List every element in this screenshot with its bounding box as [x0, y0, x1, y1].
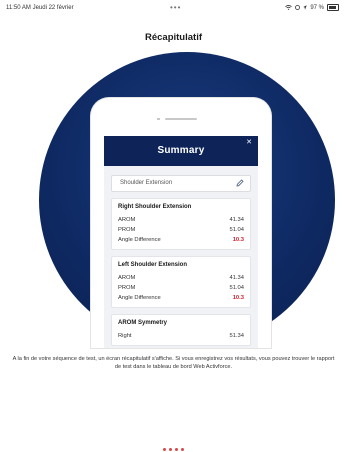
focus-icon: [295, 5, 301, 10]
summary-title: Summary: [157, 145, 205, 156]
result-row: PROM 51.04: [118, 225, 244, 235]
test-name-label: Shoulder Extension: [120, 180, 173, 186]
summary-screen: Summary ✕ Shoulder Extension Right Shoul…: [104, 136, 258, 348]
edit-pencil-icon[interactable]: [236, 179, 244, 187]
row-label: Right: [118, 333, 132, 339]
card-title: AROM Symmetry: [118, 320, 168, 326]
summary-header: Summary ✕: [104, 136, 258, 166]
result-row: Angle Difference 10.3: [118, 235, 244, 245]
battery-icon: [327, 4, 339, 11]
row-label: Angle Difference: [118, 237, 161, 243]
page-dot[interactable]: [169, 448, 172, 451]
status-bar: 11:50 AM Jeudi 22 février ••• 97 %: [0, 0, 347, 16]
page-dot[interactable]: [175, 448, 178, 451]
result-card-right-shoulder: Right Shoulder Extension AROM 41.34 PROM…: [111, 198, 251, 250]
page-indicator[interactable]: [0, 448, 347, 451]
status-indicators: 97 %: [285, 4, 339, 11]
location-icon: [303, 5, 308, 10]
row-value: 51.04: [229, 285, 244, 291]
phone-camera-dot: [157, 118, 160, 120]
row-value-alert: 10.3: [232, 295, 244, 301]
row-value: 41.34: [229, 275, 244, 281]
result-row: AROM 41.34: [118, 215, 244, 225]
result-row: AROM 41.34: [118, 273, 244, 283]
row-value: 51.34: [229, 333, 244, 339]
row-value: 41.34: [229, 217, 244, 223]
result-row: Angle Difference 10.3: [118, 293, 244, 303]
status-time: 11:50 AM Jeudi 22 février: [6, 5, 74, 11]
phone-speaker-bar: [165, 118, 197, 120]
page-title: Récapitulatif: [144, 32, 202, 43]
row-label: AROM: [118, 275, 136, 281]
row-label: AROM: [118, 217, 136, 223]
wifi-icon: [285, 5, 293, 10]
result-row: PROM 51.04: [118, 283, 244, 293]
row-label: PROM: [118, 285, 136, 291]
page-dot[interactable]: [163, 448, 166, 451]
card-title: Right Shoulder Extension: [118, 204, 192, 210]
test-name-field[interactable]: Shoulder Extension: [111, 175, 251, 192]
phone-mockup: Summary ✕ Shoulder Extension Right Shoul…: [91, 98, 271, 348]
row-label: PROM: [118, 227, 136, 233]
row-label: Angle Difference: [118, 295, 161, 301]
battery-percent: 97 %: [310, 4, 324, 11]
card-title: Left Shoulder Extension: [118, 262, 188, 268]
page-dot[interactable]: [181, 448, 184, 451]
row-value-alert: 10.3: [232, 237, 244, 243]
result-card-arom-symmetry: AROM Symmetry Right 51.34: [111, 314, 251, 346]
multitasking-dots-icon[interactable]: •••: [170, 3, 181, 12]
row-value: 51.04: [229, 227, 244, 233]
close-icon[interactable]: ✕: [246, 139, 252, 146]
result-row: Right 51.34: [118, 331, 244, 341]
result-card-left-shoulder: Left Shoulder Extension AROM 41.34 PROM …: [111, 256, 251, 308]
description-caption: A la fin de votre séquence de test, un é…: [12, 356, 335, 370]
